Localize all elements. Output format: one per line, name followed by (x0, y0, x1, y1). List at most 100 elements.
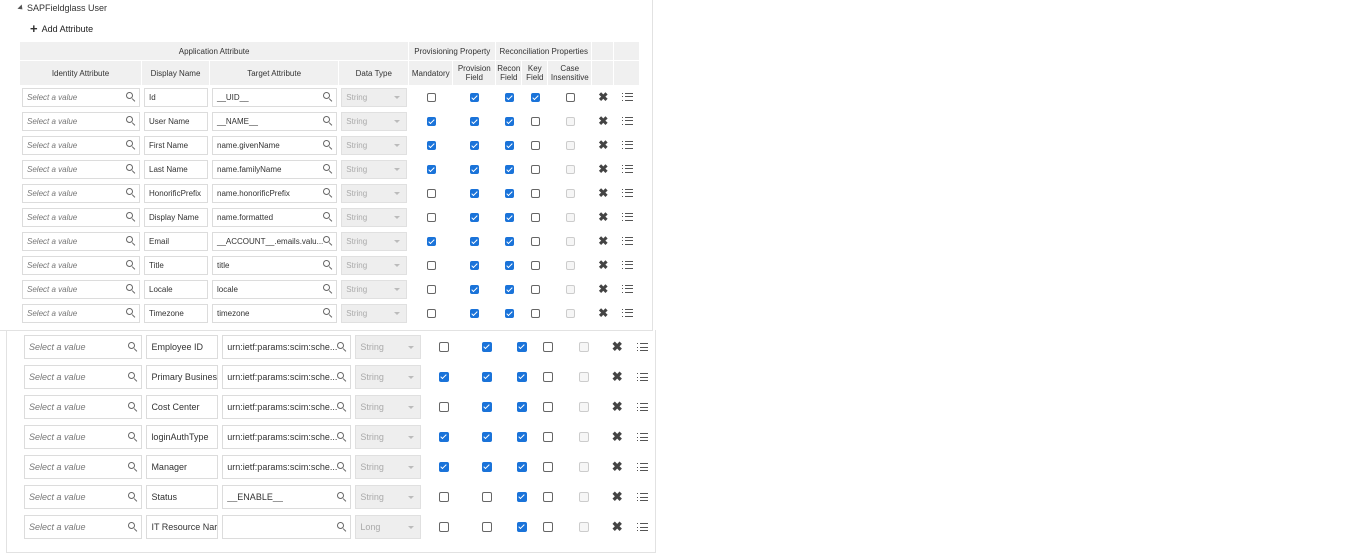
mandatory-checkbox[interactable] (439, 492, 450, 503)
key-field-checkbox[interactable] (530, 260, 540, 270)
provision-field-checkbox[interactable] (482, 522, 493, 533)
mandatory-checkbox[interactable] (439, 522, 450, 533)
key-field-checkbox[interactable] (530, 236, 540, 246)
display-name-field[interactable]: First Name (144, 135, 208, 155)
recon-field-checkbox[interactable] (517, 462, 528, 473)
provision-field-checkbox[interactable] (482, 432, 493, 443)
key-field-checkbox[interactable] (543, 492, 554, 503)
key-field-checkbox[interactable] (530, 164, 540, 174)
identity-attribute-input[interactable]: Select a value (22, 111, 140, 131)
mandatory-checkbox[interactable] (426, 140, 436, 150)
display-name-field[interactable]: Display Name (144, 207, 208, 227)
search-icon[interactable] (126, 308, 136, 318)
search-icon[interactable] (323, 236, 333, 246)
key-field-checkbox[interactable] (530, 284, 540, 294)
display-name-field[interactable]: Locale (144, 279, 208, 299)
identity-attribute-input[interactable]: Select a value (24, 395, 143, 419)
recon-field-checkbox[interactable] (504, 140, 514, 150)
key-field-checkbox[interactable] (543, 372, 554, 383)
search-icon[interactable] (126, 284, 136, 294)
list-details-icon[interactable] (636, 373, 648, 382)
recon-field-checkbox[interactable] (517, 432, 528, 443)
mandatory-checkbox[interactable] (439, 462, 450, 473)
list-details-icon[interactable] (621, 92, 633, 102)
target-attribute-input[interactable]: name.givenName (212, 135, 338, 155)
list-details-icon[interactable] (621, 260, 633, 270)
delete-row-icon[interactable]: ✖ (612, 519, 623, 534)
provision-field-checkbox[interactable] (470, 284, 480, 294)
delete-row-icon[interactable]: ✖ (612, 489, 623, 504)
delete-row-icon[interactable]: ✖ (598, 138, 608, 152)
provision-field-checkbox[interactable] (482, 492, 493, 503)
display-name-field[interactable]: Cost Center (146, 395, 219, 419)
identity-attribute-input[interactable]: Select a value (22, 231, 140, 251)
display-name-field[interactable]: Employee ID (146, 335, 219, 359)
search-icon[interactable] (323, 140, 333, 150)
delete-row-icon[interactable]: ✖ (598, 258, 608, 272)
target-attribute-input[interactable]: __UID__ (212, 87, 338, 107)
identity-attribute-input[interactable]: Select a value (22, 303, 140, 323)
provision-field-checkbox[interactable] (470, 92, 480, 102)
search-icon[interactable] (126, 212, 136, 222)
target-attribute-input[interactable] (222, 515, 352, 539)
provision-field-checkbox[interactable] (482, 342, 493, 353)
provision-field-checkbox[interactable] (470, 140, 480, 150)
identity-attribute-input[interactable]: Select a value (22, 255, 140, 275)
identity-attribute-input[interactable]: Select a value (24, 365, 143, 389)
delete-row-icon[interactable]: ✖ (598, 162, 608, 176)
search-icon[interactable] (337, 342, 347, 352)
delete-row-icon[interactable]: ✖ (612, 429, 623, 444)
search-icon[interactable] (323, 212, 333, 222)
provision-field-checkbox[interactable] (470, 236, 480, 246)
provision-field-checkbox[interactable] (470, 116, 480, 126)
search-icon[interactable] (126, 116, 136, 126)
delete-row-icon[interactable]: ✖ (612, 459, 623, 474)
recon-field-checkbox[interactable] (517, 402, 528, 413)
search-icon[interactable] (126, 260, 136, 270)
delete-row-icon[interactable]: ✖ (598, 186, 608, 200)
mandatory-checkbox[interactable] (426, 92, 436, 102)
recon-field-checkbox[interactable] (504, 164, 514, 174)
delete-row-icon[interactable]: ✖ (598, 90, 608, 104)
recon-field-checkbox[interactable] (517, 342, 528, 353)
identity-attribute-input[interactable]: Select a value (24, 455, 143, 479)
search-icon[interactable] (323, 164, 333, 174)
list-details-icon[interactable] (636, 493, 648, 502)
mandatory-checkbox[interactable] (439, 372, 450, 383)
mandatory-checkbox[interactable] (426, 116, 436, 126)
provision-field-checkbox[interactable] (482, 372, 493, 383)
search-icon[interactable] (128, 432, 138, 442)
search-icon[interactable] (337, 432, 347, 442)
recon-field-checkbox[interactable] (517, 492, 528, 503)
identity-attribute-input[interactable]: Select a value (22, 183, 140, 203)
display-name-field[interactable]: Last Name (144, 159, 208, 179)
provision-field-checkbox[interactable] (470, 188, 480, 198)
key-field-checkbox[interactable] (543, 402, 554, 413)
target-attribute-input[interactable]: __NAME__ (212, 111, 338, 131)
delete-row-icon[interactable]: ✖ (612, 369, 623, 384)
identity-attribute-input[interactable]: Select a value (24, 515, 143, 539)
mandatory-checkbox[interactable] (426, 308, 436, 318)
target-attribute-input[interactable]: title (212, 255, 338, 275)
mandatory-checkbox[interactable] (439, 402, 450, 413)
search-icon[interactable] (128, 492, 138, 502)
recon-field-checkbox[interactable] (504, 236, 514, 246)
search-icon[interactable] (126, 140, 136, 150)
delete-row-icon[interactable]: ✖ (598, 306, 608, 320)
provision-field-checkbox[interactable] (470, 260, 480, 270)
list-details-icon[interactable] (636, 523, 648, 532)
target-attribute-input[interactable]: locale (212, 279, 338, 299)
target-attribute-input[interactable]: timezone (212, 303, 338, 323)
list-details-icon[interactable] (636, 403, 648, 412)
key-field-checkbox[interactable] (530, 116, 540, 126)
list-details-icon[interactable] (621, 188, 633, 198)
provision-field-checkbox[interactable] (470, 164, 480, 174)
delete-row-icon[interactable]: ✖ (598, 282, 608, 296)
search-icon[interactable] (323, 260, 333, 270)
search-icon[interactable] (128, 402, 138, 412)
key-field-checkbox[interactable] (543, 462, 554, 473)
search-icon[interactable] (323, 308, 333, 318)
identity-attribute-input[interactable]: Select a value (24, 485, 143, 509)
key-field-checkbox[interactable] (530, 188, 540, 198)
key-field-checkbox[interactable] (530, 140, 540, 150)
